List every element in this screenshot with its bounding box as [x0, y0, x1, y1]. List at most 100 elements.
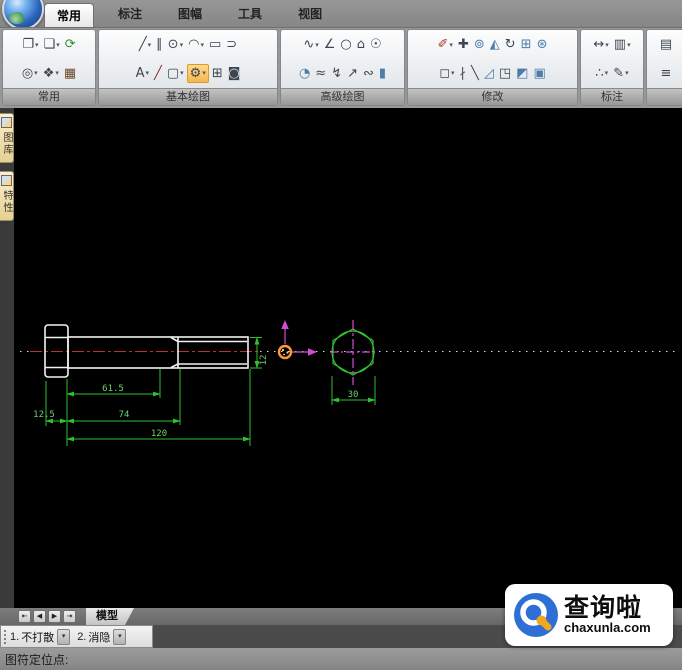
erase-icon-dropdown[interactable]: ▾ [449, 41, 453, 49]
break-icon[interactable]: ∤ [458, 65, 469, 82]
circle-icon-glyph: ⊙ [168, 37, 179, 52]
spline-icon-dropdown[interactable]: ▾ [315, 41, 319, 49]
dim-edit-icon[interactable]: ✎▾ [611, 65, 630, 82]
image-dim-icon-dropdown[interactable]: ▾ [627, 41, 631, 49]
grid-icon[interactable]: ⊞ [210, 65, 225, 82]
dim-edit-icon-dropdown[interactable]: ▾ [625, 69, 629, 77]
option-1-number: 1. [10, 631, 19, 643]
tab-视图[interactable]: 视图 [286, 0, 334, 27]
arc-icon[interactable]: ◠▾ [186, 36, 206, 53]
extend-icon[interactable]: ╲ [469, 65, 481, 82]
copy-icon-dropdown[interactable]: ▾ [56, 41, 60, 49]
library-symbol-icon[interactable]: ⚙▾ [187, 64, 209, 83]
arrow-draw-icon[interactable]: ↗ [345, 65, 360, 82]
pan-icon[interactable]: ❖▾ [41, 65, 61, 82]
tab-标注[interactable]: 标注 [106, 0, 154, 27]
dimension-icon-dropdown[interactable]: ▾ [605, 41, 609, 49]
tab-常用[interactable]: 常用 [44, 3, 94, 27]
sidebar-tab-图库[interactable]: 图库 [0, 113, 14, 163]
polygon-icon[interactable]: ⌂ [355, 36, 367, 53]
image-dim-icon[interactable]: ▥▾ [612, 36, 633, 53]
corner-icon[interactable]: ◳ [497, 65, 513, 82]
sidebar-tab-特性[interactable]: 特性 [0, 171, 14, 221]
text-icon[interactable]: A▾ [134, 65, 151, 82]
coord-dim-icon-dropdown[interactable]: ▾ [605, 69, 609, 77]
line-icon-dropdown[interactable]: ▾ [148, 41, 152, 49]
option-1-label[interactable]: 不打散 [21, 629, 54, 645]
lines-icon[interactable]: ≡ [659, 65, 674, 82]
leader-icon-dropdown[interactable]: ▾ [180, 69, 184, 77]
parallel-line-icon[interactable]: ∥ [154, 36, 165, 53]
coord-dim-icon[interactable]: ∴▾ [593, 65, 610, 82]
paste-icon[interactable]: ❐▾ [20, 36, 40, 53]
line-icon[interactable]: ╱▾ [137, 36, 153, 53]
circle-icon-dropdown[interactable]: ▾ [180, 41, 184, 49]
text-icon-dropdown[interactable]: ▾ [146, 69, 150, 77]
polyline-icon[interactable]: ⊃ [224, 36, 239, 53]
sidebar-tab-label: 图库 [0, 132, 14, 156]
option-1-dropdown[interactable]: ▾ [57, 629, 70, 645]
dimension-icon[interactable]: ↔▾ [591, 36, 610, 53]
leader-icon[interactable]: ▢▾ [165, 65, 186, 82]
zigzag-icon[interactable]: ↯ [329, 65, 344, 82]
circle-icon[interactable]: ⊙▾ [166, 36, 185, 53]
app-menu-button[interactable] [2, 0, 44, 30]
sidebar-tab-icon [1, 117, 12, 128]
fill-icon[interactable]: ▣ [531, 65, 547, 82]
drawing-canvas[interactable]: 61.5 74 12.5 120 12 30 [14, 108, 682, 608]
first-sheet-button[interactable]: ⇤ [18, 610, 31, 623]
ribbon-group-基本绘图: ╱▾∥⊙▾◠▾▭⊃A▾╱▢▾⚙▾⊞◙基本绘图 [98, 29, 278, 106]
ribbon-group-高级绘图: ∿▾∠○⌂☉◔≈↯↗∾▮高级绘图 [280, 29, 405, 106]
display-settings-icon[interactable]: ▦ [62, 65, 78, 82]
arc-icon-dropdown[interactable]: ▾ [200, 41, 204, 49]
angle-line-icon[interactable]: ∠ [322, 36, 338, 53]
curve-fit-icon[interactable]: ☉ [368, 36, 384, 53]
prev-sheet-button[interactable]: ◀ [33, 610, 46, 623]
explode-icon[interactable]: ◩ [514, 65, 530, 82]
explode-icon-glyph: ◩ [516, 66, 528, 81]
zoom-icon-dropdown[interactable]: ▾ [34, 69, 38, 77]
option-2-label[interactable]: 消隐 [88, 629, 110, 645]
pie-icon[interactable]: ◔ [297, 65, 312, 82]
wave-icon[interactable]: ≈ [313, 65, 328, 82]
rectangle-icon[interactable]: ▭ [207, 36, 223, 53]
array-icon[interactable]: ⊞ [519, 36, 534, 53]
chamfer-icon[interactable]: ◿ [482, 65, 496, 82]
refresh-icon[interactable]: ⟳ [63, 36, 78, 53]
move-icon[interactable]: ✚ [456, 36, 471, 53]
copy-icon[interactable]: ❏▾ [42, 36, 62, 53]
offset-copy-icon[interactable]: ⊚ [472, 36, 487, 53]
toolbar-grip[interactable] [3, 629, 7, 644]
contour-icon[interactable]: ∾ [361, 65, 376, 82]
ribbon-group-end: ▤≡ [646, 29, 682, 106]
select-icon-dropdown[interactable]: ▾ [451, 69, 455, 77]
region-icon[interactable]: ◙ [226, 65, 243, 82]
option-2-dropdown[interactable]: ▾ [113, 629, 126, 645]
library-symbol-icon-dropdown[interactable]: ▾ [202, 69, 206, 77]
select-icon[interactable]: ◻▾ [437, 65, 456, 82]
ribbon-icon-row: ◔≈↯↗∾▮ [281, 60, 404, 87]
doc-edit-icon[interactable]: ▤ [658, 36, 674, 53]
pan-icon-glyph: ❖ [43, 66, 55, 81]
corner-icon-glyph: ◳ [499, 66, 511, 81]
select-icon-glyph: ◻ [439, 66, 450, 81]
tab-图幅[interactable]: 图幅 [166, 0, 214, 27]
zoom-icon[interactable]: ◎▾ [20, 65, 40, 82]
sidebar-tab-icon [1, 175, 12, 186]
spline-icon[interactable]: ∿▾ [301, 36, 320, 53]
library-symbol-icon-glyph: ⚙ [190, 66, 202, 81]
erase-icon[interactable]: ✐▾ [436, 36, 455, 53]
shell-icon[interactable]: ⊛ [535, 36, 550, 53]
ellipse-icon[interactable]: ○ [338, 36, 353, 53]
next-sheet-button[interactable]: ▶ [48, 610, 61, 623]
pan-icon-dropdown[interactable]: ▾ [55, 69, 59, 77]
mirror-icon[interactable]: ◭ [488, 36, 502, 53]
model-tab[interactable]: 模型 [86, 608, 134, 625]
tab-工具[interactable]: 工具 [226, 0, 274, 27]
rotate-icon[interactable]: ↻ [503, 36, 518, 53]
centerline-icon[interactable]: ╱ [152, 65, 164, 82]
last-sheet-button[interactable]: ⇥ [63, 610, 76, 623]
paste-icon-dropdown[interactable]: ▾ [35, 41, 39, 49]
drawing-svg: 61.5 74 12.5 120 12 30 [14, 108, 682, 608]
solid-fill-icon[interactable]: ▮ [377, 65, 388, 82]
